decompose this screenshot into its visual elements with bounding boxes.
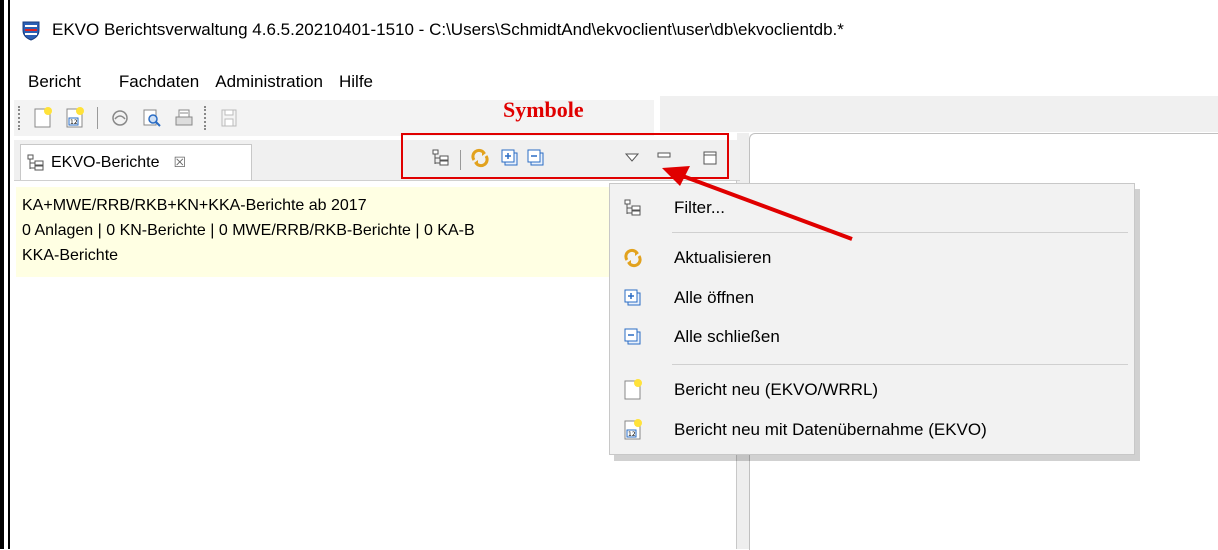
menu-item-label: Filter... [674, 198, 726, 217]
menu-item-label: Bericht neu mit Datenübernahme (EKVO) [674, 420, 987, 439]
toolbar-separator [97, 107, 98, 129]
refresh-icon [622, 247, 644, 269]
summary-line-3: KKA-Berichte [22, 247, 119, 264]
summary-line-2: 0 Anlagen | 0 KN-Berichte | 0 MWE/RRB/RK… [22, 222, 475, 239]
menu-item-bericht-neu[interactable]: Bericht neu (EKVO/WRRL) [610, 373, 1136, 407]
tree-view-icon [27, 154, 45, 172]
menu-administration[interactable]: Administration [207, 72, 331, 92]
close-icon[interactable]: ☒ [173, 154, 186, 171]
menu-item-label: Aktualisieren [674, 248, 772, 267]
tab-ekvo-berichte[interactable]: EKVO-Berichte ☒ [20, 144, 252, 180]
save-icon[interactable] [216, 105, 242, 131]
menu-fachdaten[interactable]: Fachdaten [111, 72, 207, 92]
menu-item-label: Alle öffnen [674, 288, 755, 307]
toolbar-grip[interactable] [18, 106, 23, 130]
new-report-import-icon: 12 [622, 419, 644, 441]
menu-hilfe[interactable]: Hilfe [331, 72, 381, 92]
window-border [0, 0, 4, 549]
menu-bericht[interactable]: Bericht [20, 72, 89, 92]
new-report-icon [622, 379, 644, 401]
svg-text:12: 12 [628, 431, 636, 438]
svg-text:12: 12 [70, 119, 78, 126]
menu-item-filter[interactable]: Filter... [610, 191, 1136, 225]
expand-all-icon [622, 287, 644, 309]
symbols-highlight-box [401, 133, 729, 179]
menu-separator [672, 232, 1128, 233]
menu-item-alle-schliessen[interactable]: Alle schließen [610, 320, 1136, 354]
new-report-import-icon[interactable]: 12 [62, 105, 88, 131]
print-icon[interactable] [171, 105, 197, 131]
app-window: EKVO Berichtsverwaltung 4.6.5.20210401-1… [0, 0, 1218, 550]
filter-icon [622, 197, 644, 219]
menu-item-alle-oeffnen[interactable]: Alle öffnen [610, 281, 1136, 315]
hesse-coat-of-arms-icon [20, 19, 42, 41]
view-context-menu: Filter... Aktualisieren Alle öffnen Alle… [609, 183, 1135, 455]
annotation-label: Symbole [503, 97, 584, 122]
menu-item-label: Alle schließen [674, 327, 780, 346]
toolbar-grip[interactable] [204, 106, 209, 130]
summary-line-1: KA+MWE/RRB/RKB+KN+KKA-Berichte ab 2017 [22, 197, 367, 214]
window-title: EKVO Berichtsverwaltung 4.6.5.20210401-1… [52, 20, 844, 39]
tab-label: EKVO-Berichte [51, 153, 160, 171]
open-icon[interactable] [107, 105, 133, 131]
collapse-all-icon [622, 326, 644, 348]
toolbar-background [660, 96, 1218, 132]
title-bar: EKVO Berichtsverwaltung 4.6.5.20210401-1… [10, 15, 1218, 45]
menu-item-aktualisieren[interactable]: Aktualisieren [610, 241, 1136, 275]
preview-icon[interactable] [139, 105, 165, 131]
new-report-icon[interactable] [30, 105, 56, 131]
menu-item-label: Bericht neu (EKVO/WRRL) [674, 380, 879, 399]
menu-item-bericht-neu-datenuebernahme[interactable]: 12 Bericht neu mit Datenübernahme (EKVO) [610, 413, 1136, 447]
menu-separator [672, 364, 1128, 365]
menu-bar: Bericht Fachdaten Administration Hilfe [10, 68, 1218, 96]
